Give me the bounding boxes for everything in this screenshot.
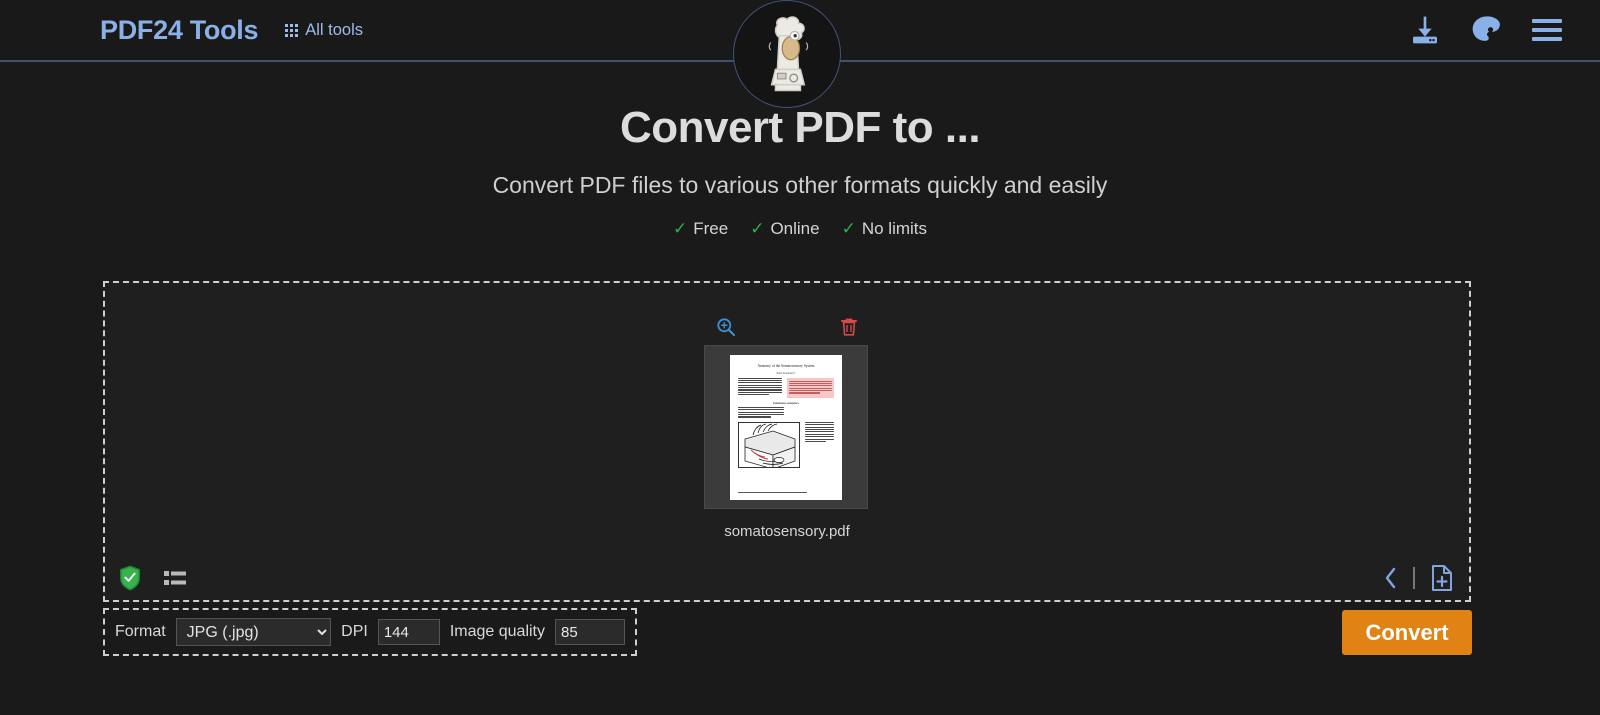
feature-list: ✓ Free ✓ Online ✓ No limits — [0, 219, 1600, 239]
preview-skin-diagram — [738, 421, 800, 468]
trash-icon[interactable] — [840, 317, 858, 337]
preview-columns-2 — [738, 406, 835, 419]
feature-item: ✓ No limits — [842, 219, 927, 239]
list-view-icon[interactable] — [163, 568, 187, 588]
format-label: Format — [115, 623, 166, 640]
preview-doc-title: Anatomy of the Somatosensory System — [757, 363, 815, 368]
check-icon: ✓ — [672, 219, 688, 239]
add-file-icon[interactable] — [1429, 564, 1455, 592]
page-subtitle: Convert PDF files to various other forma… — [492, 172, 1108, 199]
dropzone-footer — [105, 564, 1469, 592]
file-item: Anatomy of the Somatosensory System Pete… — [704, 317, 870, 540]
file-name: somatosensory.pdf — [724, 523, 850, 540]
file-thumbnail[interactable]: Anatomy of the Somatosensory System Pete… — [704, 345, 868, 509]
feature-item: ✓ Free — [673, 219, 728, 239]
dpi-label: DPI — [341, 623, 368, 640]
all-tools-link[interactable]: All tools — [285, 21, 363, 40]
dropzone-footer-left — [119, 565, 187, 591]
shield-check-icon[interactable] — [119, 565, 141, 591]
preview-spacer — [789, 407, 835, 419]
preview-highlight-box — [786, 377, 834, 398]
chevron-left-icon[interactable] — [1383, 566, 1399, 590]
preview-section-heading: Cutaneous receptors — [773, 401, 799, 405]
feature-label: Free — [693, 219, 729, 239]
download-icon[interactable] — [1408, 14, 1442, 46]
brand-logo-text[interactable]: PDF24 Tools — [100, 15, 259, 46]
blender-logo — [733, 0, 841, 108]
grid-icon — [285, 23, 299, 37]
preview-doc-author: Peter Friedmann* — [776, 371, 796, 375]
conversion-options-bar: Format JPG (.jpg) DPI Image quality — [103, 608, 637, 656]
image-quality-input[interactable] — [555, 619, 625, 645]
file-item-toolbar — [704, 317, 870, 337]
preview-text-column — [738, 377, 782, 398]
header-actions — [1408, 14, 1582, 46]
preview-text-column — [738, 406, 784, 419]
check-icon: ✓ — [841, 219, 856, 239]
convert-button[interactable]: Convert — [1342, 610, 1472, 655]
site-header: PDF24 Tools All tools — [0, 0, 1600, 108]
format-select[interactable]: JPG (.jpg) — [175, 618, 332, 646]
pdf-page-preview: Anatomy of the Somatosensory System Pete… — [730, 354, 842, 500]
feature-label: Online — [770, 219, 820, 239]
file-dropzone[interactable]: Anatomy of the Somatosensory System Pete… — [103, 281, 1471, 602]
hamburger-menu-icon[interactable] — [1532, 19, 1562, 41]
image-quality-label: Image quality — [449, 623, 545, 640]
preview-footnote — [738, 492, 834, 494]
preview-columns — [738, 377, 834, 398]
preview-figure-row — [738, 421, 834, 468]
feature-item: ✓ Online — [750, 219, 819, 239]
page-title: Convert PDF to ... — [619, 103, 981, 152]
all-tools-label: All tools — [305, 20, 364, 39]
dpi-input[interactable] — [377, 619, 440, 645]
check-icon: ✓ — [750, 219, 765, 239]
dropzone-footer-right — [1383, 564, 1455, 592]
preview-figure-caption — [805, 421, 834, 468]
magnifier-plus-icon[interactable] — [716, 317, 736, 337]
divider — [1413, 567, 1415, 589]
feature-label: No limits — [861, 219, 928, 239]
palette-icon[interactable] — [1470, 15, 1504, 45]
